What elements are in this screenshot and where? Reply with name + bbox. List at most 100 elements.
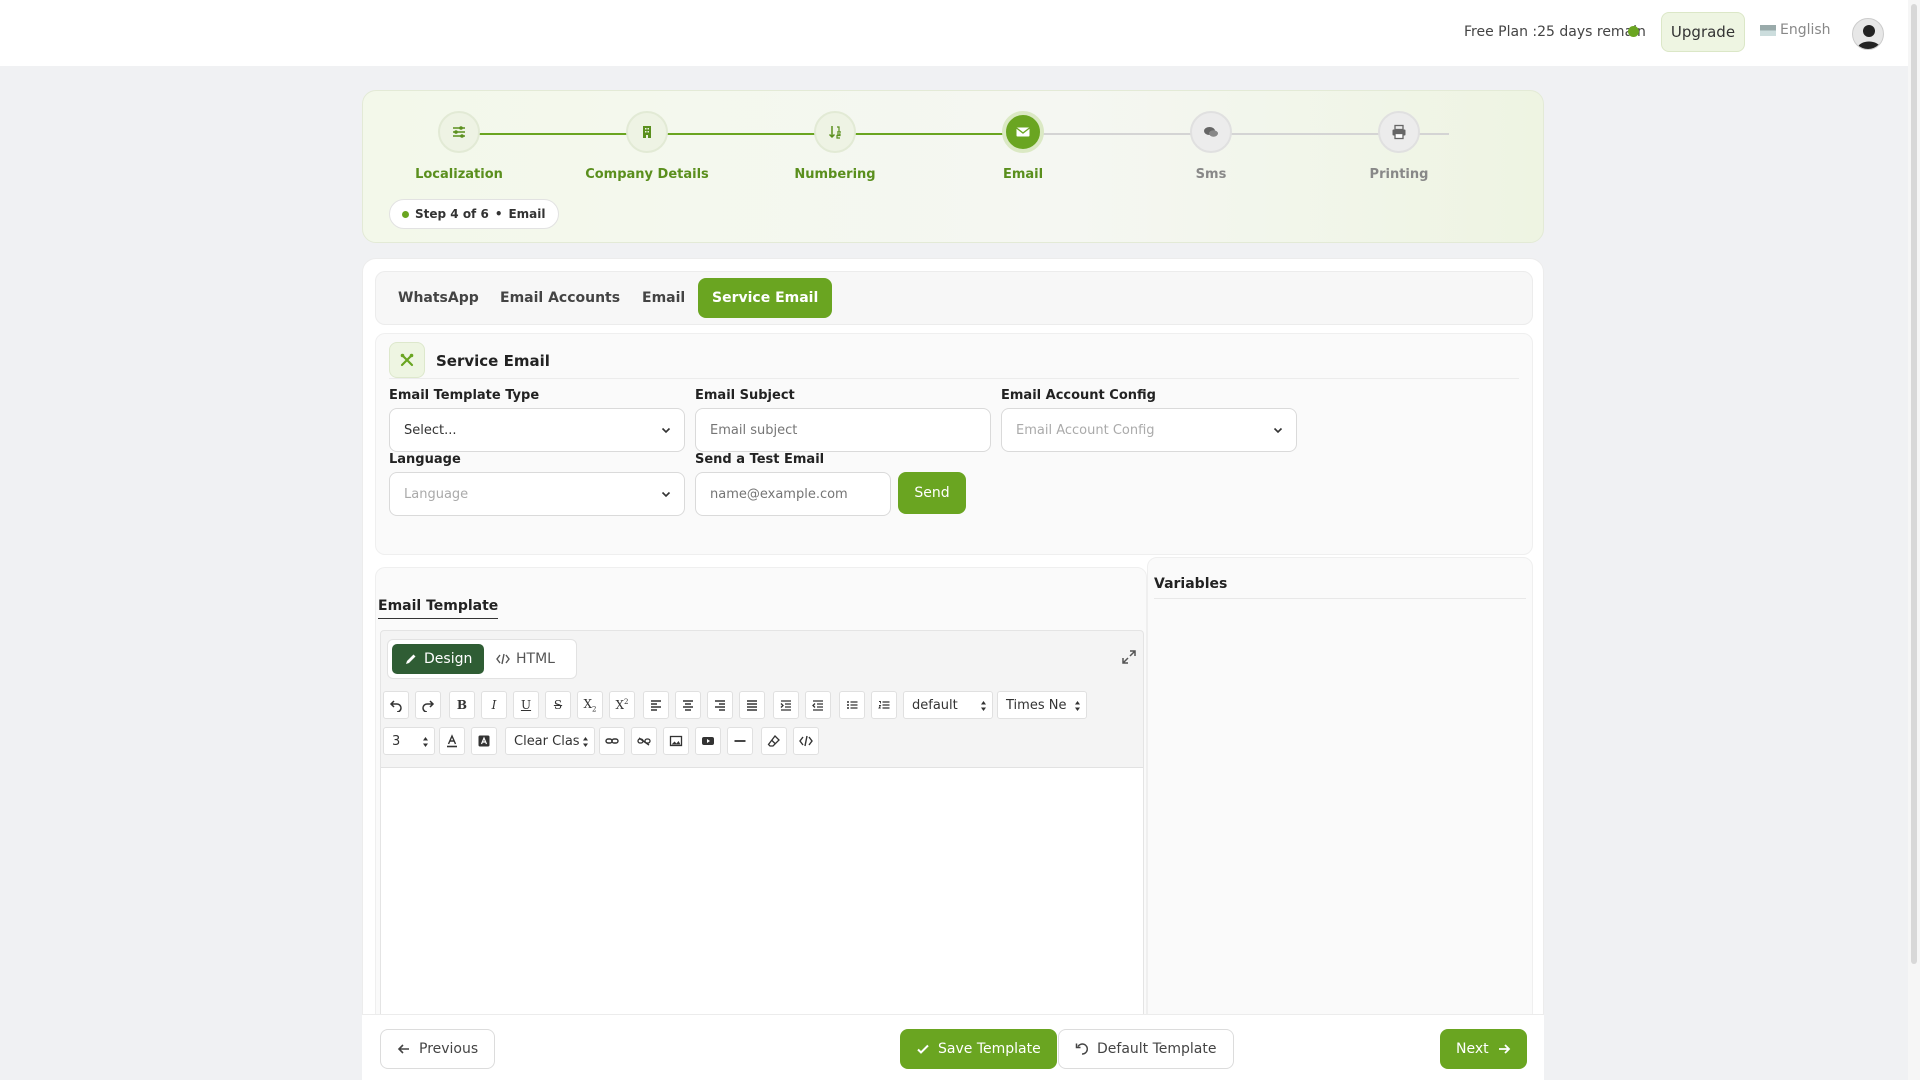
- clear-formatting-button[interactable]: [761, 727, 787, 755]
- image-icon: [669, 735, 683, 747]
- link-icon: [605, 738, 619, 744]
- align-right-button[interactable]: [707, 691, 733, 719]
- outdent-button[interactable]: [805, 691, 831, 719]
- language-selector[interactable]: English: [1760, 22, 1831, 38]
- page-scrollbar[interactable]: [1908, 0, 1920, 1080]
- envelope-icon: [1002, 111, 1044, 153]
- paragraph-style-select[interactable]: default: [903, 691, 993, 719]
- test-email-label: Send a Test Email: [695, 452, 825, 467]
- step-numbering[interactable]: Numbering: [765, 111, 905, 182]
- previous-button[interactable]: Previous: [380, 1029, 496, 1069]
- expand-icon[interactable]: [1121, 649, 1137, 665]
- font-family-select[interactable]: Times Ne: [997, 691, 1087, 719]
- tab-email-accounts[interactable]: Email Accounts: [486, 278, 634, 318]
- user-avatar[interactable]: [1852, 18, 1884, 50]
- check-icon: [917, 1044, 929, 1054]
- previous-button-label: Previous: [419, 1041, 479, 1057]
- tab-whatsapp[interactable]: WhatsApp: [384, 278, 493, 318]
- underline-button[interactable]: U: [513, 691, 539, 719]
- background-color-button[interactable]: [471, 727, 497, 755]
- step-progress-badge: Step 4 of 6 • Email: [389, 199, 559, 229]
- send-test-email-button[interactable]: Send: [898, 472, 966, 514]
- horizontal-rule-button[interactable]: [727, 727, 753, 755]
- step-company-details[interactable]: Company Details: [577, 111, 717, 182]
- save-template-button[interactable]: Save Template: [900, 1029, 1057, 1069]
- numbered-list-button[interactable]: [871, 691, 897, 719]
- step-localization[interactable]: Localization: [389, 111, 529, 182]
- font-size-select[interactable]: 3: [383, 727, 435, 755]
- updown-arrows-icon: [981, 701, 986, 711]
- align-right-icon: [715, 700, 725, 711]
- strikethrough-button[interactable]: S: [545, 691, 571, 719]
- horizontal-rule-icon: [734, 740, 746, 742]
- default-template-label: Default Template: [1097, 1041, 1217, 1057]
- indent-icon: [780, 700, 791, 711]
- step-label: Company Details: [585, 167, 709, 182]
- template-type-select[interactable]: Select...: [389, 408, 685, 452]
- italic-icon: I: [491, 698, 497, 712]
- sort-numeric-icon: [814, 111, 856, 153]
- insert-link-button[interactable]: [599, 727, 625, 755]
- html-mode-button[interactable]: HTML: [484, 644, 567, 674]
- tab-email[interactable]: Email: [628, 278, 699, 318]
- superscript-icon: X2: [615, 698, 629, 712]
- tabs-bar: WhatsApp Email Accounts Email Service Em…: [375, 271, 1533, 325]
- top-bar: Free Plan :25 days remain Upgrade Englis…: [0, 0, 1908, 66]
- arrow-right-icon: [1498, 1044, 1510, 1054]
- bullet-list-button[interactable]: [839, 691, 865, 719]
- test-email-input[interactable]: [695, 472, 891, 516]
- step-printing[interactable]: Printing: [1329, 111, 1469, 182]
- code-icon: [799, 735, 813, 747]
- source-code-button[interactable]: [793, 727, 819, 755]
- language-select[interactable]: Language: [389, 472, 685, 516]
- strikethrough-icon: S: [553, 698, 563, 712]
- insert-image-button[interactable]: [663, 727, 689, 755]
- upgrade-button[interactable]: Upgrade: [1661, 12, 1745, 52]
- reset-icon: [1075, 1043, 1089, 1055]
- step-email[interactable]: Email: [953, 111, 1093, 182]
- chevron-down-icon: [1273, 427, 1283, 434]
- email-subject-input[interactable]: [695, 408, 991, 452]
- paragraph-style-value: default: [912, 697, 958, 713]
- unlink-button[interactable]: [631, 727, 657, 755]
- font-color-button[interactable]: [439, 727, 465, 755]
- footer-actions: Previous Save Template Default Template …: [362, 1014, 1544, 1080]
- highlight-color-icon: [478, 735, 490, 747]
- badge-step-count: Step 4 of 6: [415, 207, 489, 221]
- design-mode-button[interactable]: Design: [392, 644, 485, 674]
- align-center-button[interactable]: [675, 691, 701, 719]
- account-config-label: Email Account Config: [1001, 388, 1156, 403]
- step-label: Localization: [415, 167, 503, 182]
- arrow-left-icon: [397, 1044, 409, 1054]
- main-card: WhatsApp Email Accounts Email Service Em…: [362, 258, 1544, 1080]
- next-button[interactable]: Next: [1440, 1029, 1527, 1069]
- bold-button[interactable]: B: [449, 691, 475, 719]
- badge-step-name: Email: [508, 207, 546, 221]
- scrollbar-thumb[interactable]: [1911, 4, 1917, 964]
- updown-arrows-icon: [1075, 701, 1080, 711]
- redo-icon: [422, 700, 435, 712]
- align-left-button[interactable]: [643, 691, 669, 719]
- class-select[interactable]: Clear Clas: [505, 727, 595, 755]
- step-label: Printing: [1369, 167, 1429, 182]
- code-icon: [496, 653, 510, 665]
- account-config-select[interactable]: Email Account Config: [1001, 408, 1297, 452]
- subscript-button[interactable]: X2: [577, 691, 603, 719]
- insert-video-button[interactable]: [695, 727, 721, 755]
- indent-button[interactable]: [773, 691, 799, 719]
- tab-service-email[interactable]: Service Email: [698, 278, 833, 318]
- italic-button[interactable]: I: [481, 691, 507, 719]
- step-sms[interactable]: Sms: [1141, 111, 1281, 182]
- align-justify-button[interactable]: [739, 691, 765, 719]
- default-template-button[interactable]: Default Template: [1058, 1029, 1234, 1069]
- font-size-value: 3: [392, 733, 401, 749]
- underline-icon: U: [520, 698, 532, 712]
- user-icon: [1857, 25, 1881, 49]
- section-title: Service Email: [436, 352, 550, 370]
- redo-button[interactable]: [415, 691, 441, 719]
- class-select-value: Clear Clas: [514, 733, 580, 749]
- align-justify-icon: [747, 700, 757, 711]
- undo-button[interactable]: [383, 691, 409, 719]
- superscript-button[interactable]: X2: [609, 691, 635, 719]
- updown-arrows-icon: [423, 737, 428, 747]
